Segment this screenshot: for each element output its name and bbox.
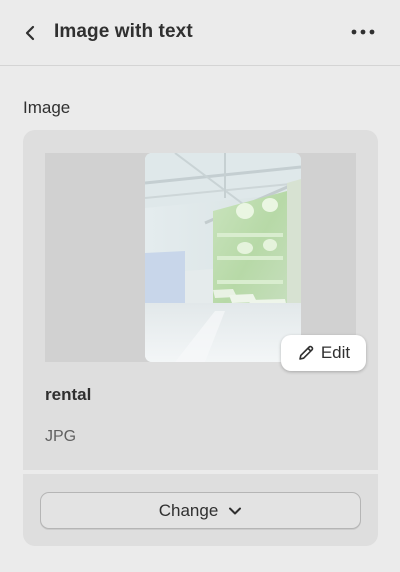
store-interior-illustration — [145, 153, 301, 362]
chevron-left-icon — [25, 25, 35, 41]
more-actions-button[interactable] — [348, 20, 378, 44]
change-label: Change — [158, 500, 219, 520]
divider — [23, 470, 378, 474]
image-thumbnail — [145, 153, 301, 362]
back-button[interactable] — [14, 18, 46, 48]
panel-header: Image with text — [0, 0, 400, 66]
edit-image-button[interactable]: Edit — [281, 335, 366, 371]
change-image-button[interactable]: Change — [40, 492, 361, 529]
image-section-label: Image — [23, 98, 71, 117]
chevron-down-icon — [229, 507, 242, 514]
more-horizontal-icon — [351, 29, 375, 35]
edit-label: Edit — [320, 343, 351, 362]
file-name: rental — [45, 385, 92, 404]
file-type: JPG — [45, 428, 77, 445]
image-picker-card: Edit rental JPG Change — [23, 130, 378, 546]
image-preview: Edit — [45, 153, 366, 371]
page-title: Image with text — [54, 21, 193, 42]
pencil-icon — [299, 345, 314, 360]
